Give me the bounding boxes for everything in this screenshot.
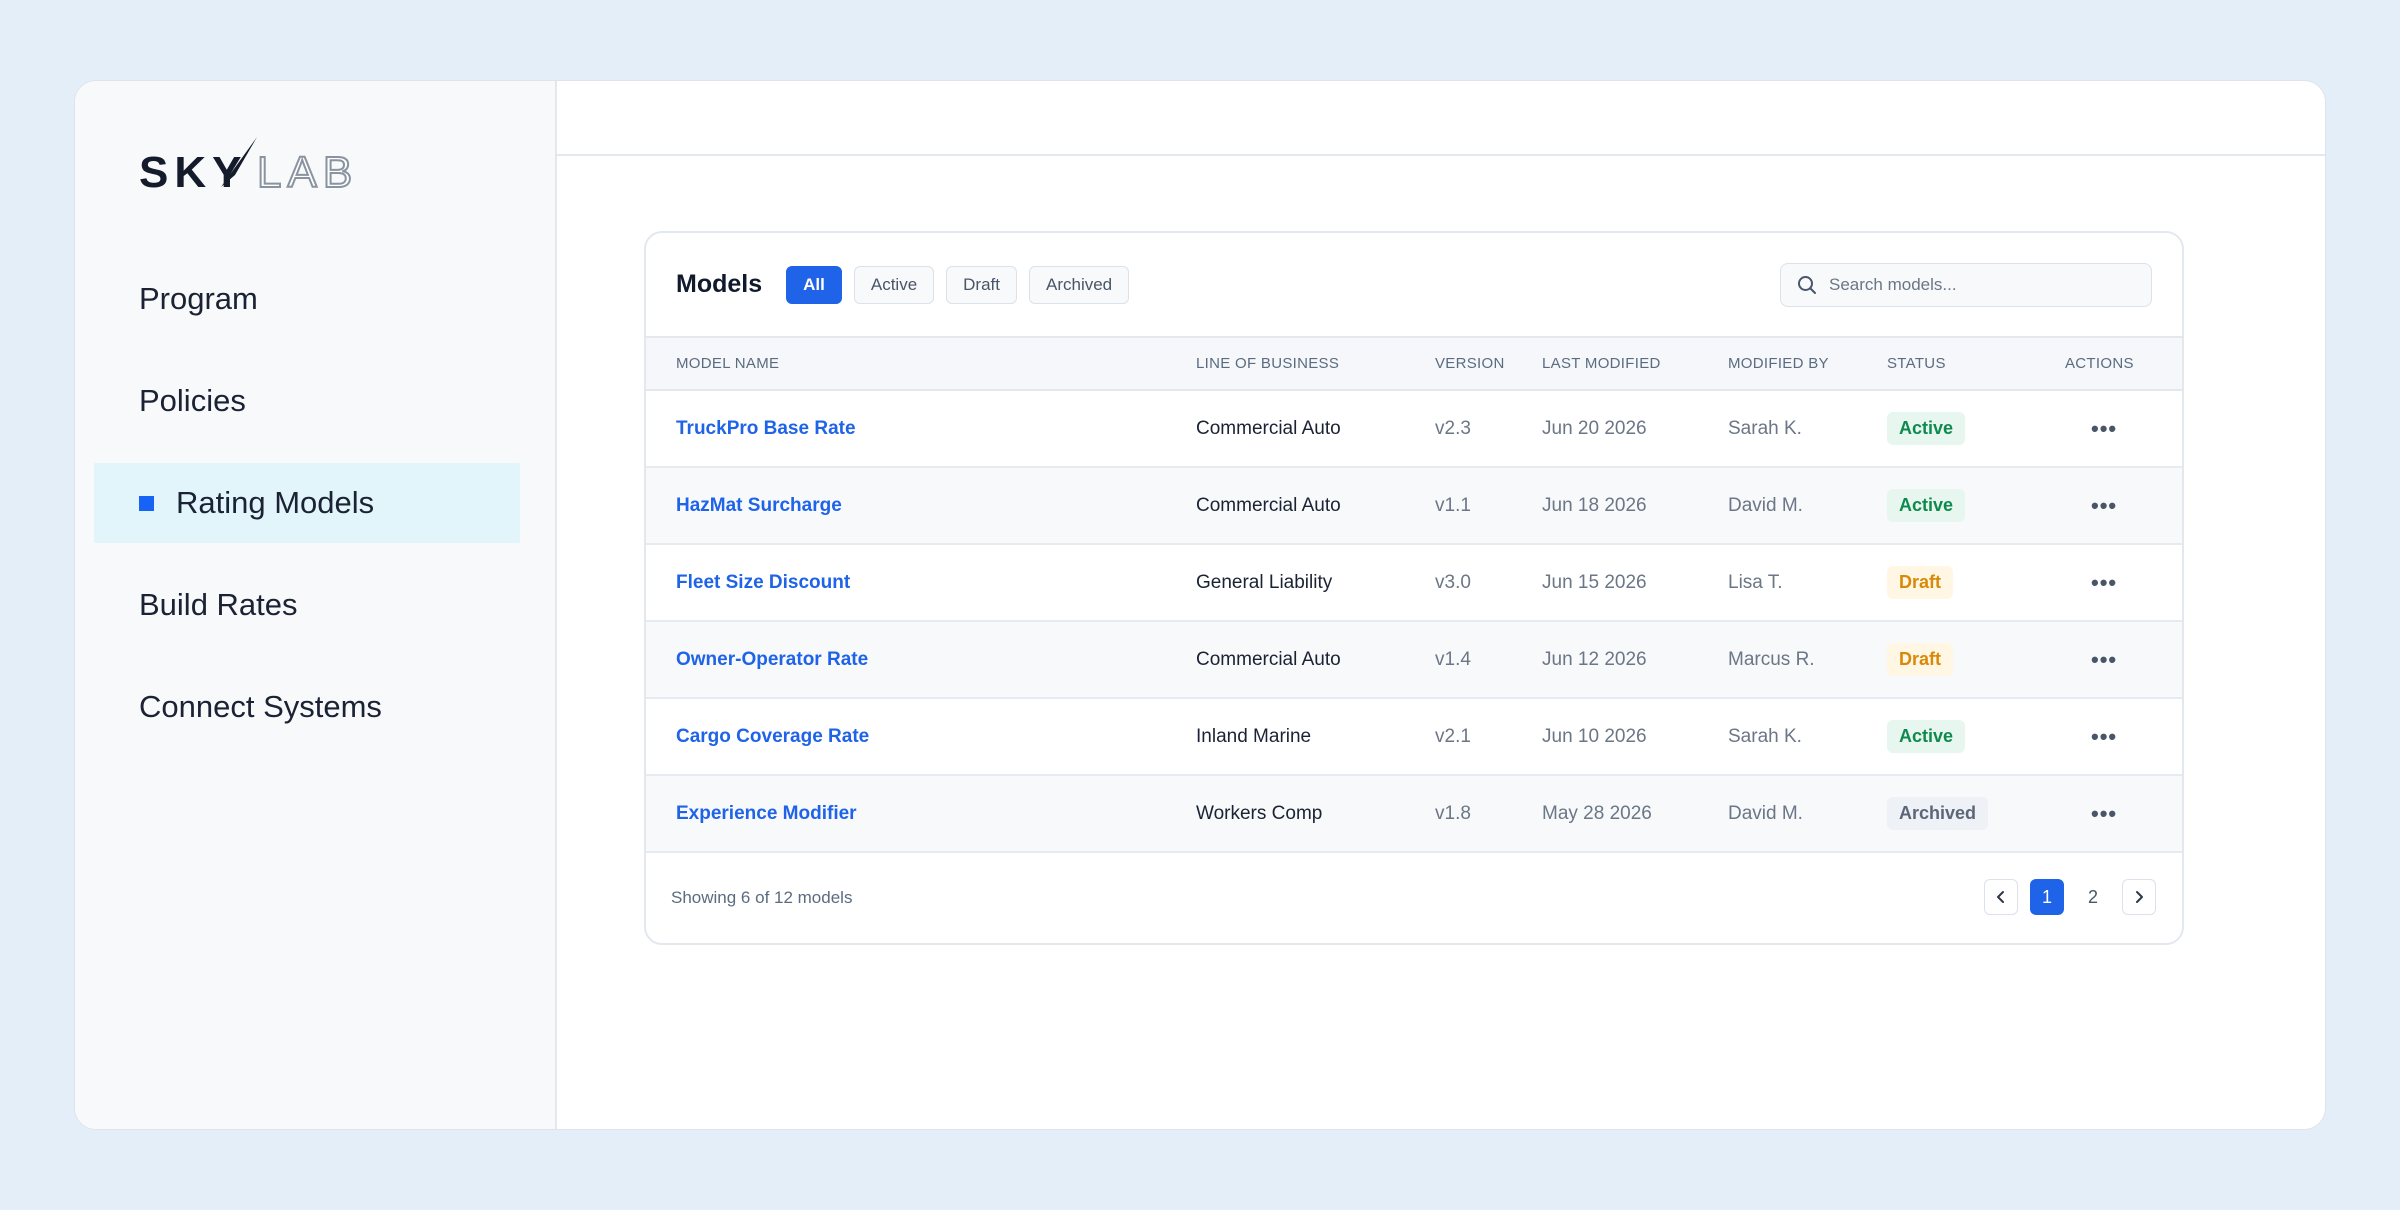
table-row[interactable]: TruckPro Base Rate Commercial Auto v2.3 … xyxy=(646,390,2182,467)
svg-text:LAB: LAB xyxy=(257,148,358,197)
app-window: SKY LAB Program Policies Rating Models B… xyxy=(74,80,2326,1130)
chevron-left-icon xyxy=(1997,891,2004,903)
modified-by-cell: Marcus R. xyxy=(1728,648,1815,670)
last-modified-cell: Jun 20 2026 xyxy=(1542,417,1647,439)
version-cell: v1.4 xyxy=(1435,648,1471,670)
model-name-link[interactable]: TruckPro Base Rate xyxy=(676,418,856,439)
status-badge: Draft xyxy=(1887,566,1954,599)
sidebar-item-connect-systems[interactable]: Connect Systems xyxy=(94,667,520,747)
modified-by-cell: David M. xyxy=(1728,494,1803,516)
version-cell: v3.0 xyxy=(1435,571,1471,593)
column-header-last-modified[interactable]: LAST MODIFIED xyxy=(1542,337,1728,390)
line-of-business-cell: Inland Marine xyxy=(1196,725,1312,747)
version-cell: v2.1 xyxy=(1435,725,1471,747)
status-badge: Draft xyxy=(1887,643,1954,676)
next-page-button[interactable] xyxy=(2122,879,2156,915)
column-header-model-name[interactable]: MODEL NAME xyxy=(646,337,1196,390)
active-marker xyxy=(139,495,154,511)
prev-page-button[interactable] xyxy=(1984,879,2018,915)
status-badge: Archived xyxy=(1887,797,1989,830)
table-row[interactable]: Cargo Coverage Rate Inland Marine v2.1 J… xyxy=(646,698,2182,775)
sidebar: SKY LAB Program Policies Rating Models B… xyxy=(75,81,557,1129)
sidebar-item-policies[interactable]: Policies xyxy=(94,361,520,441)
filter-active-button[interactable]: Active xyxy=(853,265,935,304)
filter-all-button[interactable]: All xyxy=(786,265,842,304)
modified-by-cell: Lisa T. xyxy=(1728,571,1783,593)
sidebar-nav: Program Policies Rating Models Build Rat… xyxy=(94,259,520,769)
column-header-line-of-business[interactable]: LINE OF BUSINESS xyxy=(1196,337,1435,390)
line-of-business-cell: Commercial Auto xyxy=(1196,494,1341,516)
more-actions-icon[interactable]: ••• xyxy=(2065,570,2117,595)
last-modified-cell: Jun 12 2026 xyxy=(1542,648,1647,670)
sidebar-item-label: Build Rates xyxy=(139,587,298,622)
version-cell: v1.1 xyxy=(1435,494,1471,516)
line-of-business-cell: Commercial Auto xyxy=(1196,648,1341,670)
column-header-version[interactable]: VERSION xyxy=(1435,337,1542,390)
column-header-status[interactable]: STATUS xyxy=(1887,337,2065,390)
table-row[interactable]: Owner-Operator Rate Commercial Auto v1.4… xyxy=(646,621,2182,698)
more-actions-icon[interactable]: ••• xyxy=(2065,801,2117,826)
line-of-business-cell: Commercial Auto xyxy=(1196,417,1341,439)
sidebar-item-rating-models[interactable]: Rating Models xyxy=(94,463,520,543)
card-title: Models xyxy=(676,270,763,298)
skylab-logo: SKY LAB xyxy=(139,137,358,198)
table-header-row: MODEL NAME LINE OF BUSINESS VERSION LAST… xyxy=(646,337,2182,390)
more-actions-icon[interactable]: ••• xyxy=(2065,416,2117,441)
table-row[interactable]: Experience Modifier Workers Comp v1.8 Ma… xyxy=(646,775,2182,852)
model-name-link[interactable]: Experience Modifier xyxy=(676,803,857,824)
last-modified-cell: Jun 15 2026 xyxy=(1542,571,1647,593)
last-modified-cell: May 28 2026 xyxy=(1542,802,1652,824)
status-badge: Active xyxy=(1887,720,1966,753)
sidebar-item-label: Program xyxy=(139,281,258,316)
sidebar-item-label: Connect Systems xyxy=(139,689,382,724)
status-badge: Active xyxy=(1887,489,1966,522)
model-name-link[interactable]: Cargo Coverage Rate xyxy=(676,726,869,747)
card-header: Models All Active Draft Archived xyxy=(646,233,2182,336)
sidebar-item-label: Rating Models xyxy=(176,485,375,520)
page-1-button[interactable]: 1 xyxy=(2030,879,2064,915)
more-actions-icon[interactable]: ••• xyxy=(2065,724,2117,749)
line-of-business-cell: General Liability xyxy=(1196,571,1333,593)
modified-by-cell: David M. xyxy=(1728,802,1803,824)
main-content: Models All Active Draft Archived Search … xyxy=(557,81,2325,1129)
models-table: MODEL NAME LINE OF BUSINESS VERSION LAST… xyxy=(646,336,2182,853)
table-row[interactable]: HazMat Surcharge Commercial Auto v1.1 Ju… xyxy=(646,467,2182,544)
last-modified-cell: Jun 10 2026 xyxy=(1542,725,1647,747)
search-icon xyxy=(1798,276,1816,294)
version-cell: v2.3 xyxy=(1435,417,1471,439)
pagination: 1 2 xyxy=(1972,879,2156,915)
search-box xyxy=(1780,263,2152,307)
svg-text:SKY: SKY xyxy=(139,148,247,197)
model-name-link[interactable]: Owner-Operator Rate xyxy=(676,649,868,670)
sidebar-item-label: Policies xyxy=(139,383,246,418)
line-of-business-cell: Workers Comp xyxy=(1196,802,1323,824)
more-actions-icon[interactable]: ••• xyxy=(2065,493,2117,518)
card-footer: Showing 6 of 12 models 1 2 xyxy=(646,853,2182,943)
column-header-modified-by[interactable]: MODIFIED BY xyxy=(1728,337,1887,390)
model-name-link[interactable]: Fleet Size Discount xyxy=(676,572,850,593)
last-modified-cell: Jun 18 2026 xyxy=(1542,494,1647,516)
models-card: Models All Active Draft Archived Search … xyxy=(644,231,2184,945)
sidebar-item-program[interactable]: Program xyxy=(94,259,520,339)
search-input[interactable] xyxy=(1829,275,2129,295)
model-name-link[interactable]: HazMat Surcharge xyxy=(676,495,842,516)
more-actions-icon[interactable]: ••• xyxy=(2065,647,2117,672)
table-row[interactable]: Fleet Size Discount General Liability v3… xyxy=(646,544,2182,621)
chevron-right-icon xyxy=(2136,891,2143,903)
version-cell: v1.8 xyxy=(1435,802,1471,824)
top-bar xyxy=(557,81,2325,156)
filter-draft-button[interactable]: Draft xyxy=(946,265,1017,304)
page-2-button[interactable]: 2 xyxy=(2076,879,2110,915)
modified-by-cell: Sarah K. xyxy=(1728,417,1802,439)
sidebar-item-build-rates[interactable]: Build Rates xyxy=(94,565,520,645)
status-badge: Active xyxy=(1887,412,1966,445)
filter-archived-button[interactable]: Archived xyxy=(1029,265,1130,304)
modified-by-cell: Sarah K. xyxy=(1728,725,1802,747)
showing-count: Showing 6 of 12 models xyxy=(671,888,853,907)
column-header-actions: ACTIONS xyxy=(2065,355,2134,372)
